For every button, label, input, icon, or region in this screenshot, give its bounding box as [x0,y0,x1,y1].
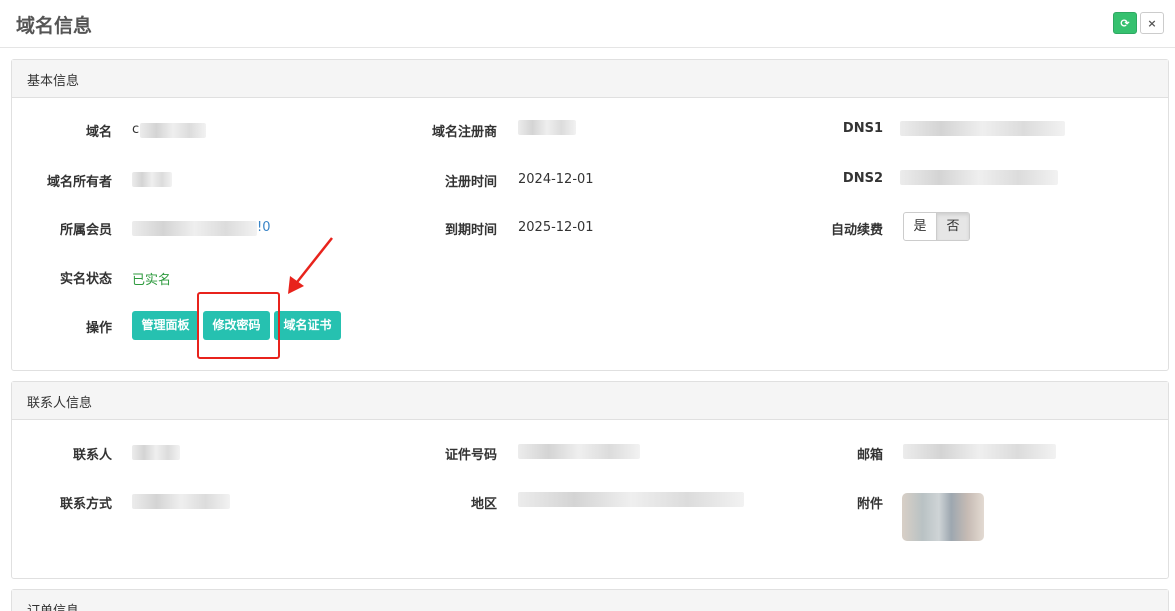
contact-person-label: 联系人 [72,448,112,463]
order-info-heading: 订单信息 [12,590,1168,611]
attachment-label: 附件 [856,497,883,512]
close-button[interactable]: × [1140,12,1164,34]
refresh-button[interactable]: ⟳ [1113,12,1137,34]
email-label: 邮箱 [856,448,883,463]
highlight-box [197,292,280,359]
contact-info-heading: 联系人信息 [12,382,1168,420]
phone-redacted [132,494,230,509]
domain-cert-button[interactable]: 域名证书 [274,311,341,340]
auto-renew-label: 自动续费 [830,223,883,238]
registrar-value-redacted [518,120,576,135]
id-number-label: 证件号码 [444,448,497,463]
manage-panel-button[interactable]: 管理面板 [132,311,199,340]
modal-header: 域名信息 ⟳ × [0,0,1175,48]
realname-label: 实名状态 [59,272,112,287]
contact-info-panel: 联系人信息 [11,381,1169,579]
domain-label: 域名 [85,125,112,140]
auto-renew-yes[interactable]: 是 [904,213,936,240]
auto-renew-toggle[interactable]: 是 否 [903,212,970,241]
domain-value: c [132,122,140,137]
member-label: 所属会员 [59,223,112,238]
owner-label: 域名所有者 [46,175,112,190]
domain-value-redacted [140,123,206,138]
annotation-arrow [288,237,333,294]
reg-time-value: 2024-12-01 [518,172,594,187]
contact-person-redacted [132,445,180,460]
id-number-redacted [518,444,640,459]
realname-status: 已实名 [132,273,172,288]
member-link[interactable]: !0 [257,220,270,235]
email-redacted [903,444,1056,459]
dns1-label: DNS1 [842,121,883,136]
phone-label: 联系方式 [59,497,112,512]
region-redacted [518,492,744,507]
dns1-value-redacted [900,121,1065,136]
dns2-value-redacted [900,170,1058,185]
reg-time-label: 注册时间 [444,175,497,190]
dns2-label: DNS2 [842,171,883,186]
member-value-redacted [132,221,257,236]
basic-info-heading: 基本信息 [12,60,1168,98]
close-icon: × [1147,17,1157,30]
region-label: 地区 [470,497,497,512]
owner-value-redacted [132,172,172,187]
modal-title: 域名信息 [16,15,93,37]
attachment-thumbnail[interactable] [902,493,984,541]
order-info-panel: 订单信息 [11,589,1169,611]
refresh-icon: ⟳ [1120,17,1130,30]
expire-value: 2025-12-01 [518,220,594,235]
expire-label: 到期时间 [444,223,497,238]
auto-renew-no[interactable]: 否 [936,213,969,240]
registrar-label: 域名注册商 [431,125,497,140]
ops-label: 操作 [85,321,112,336]
